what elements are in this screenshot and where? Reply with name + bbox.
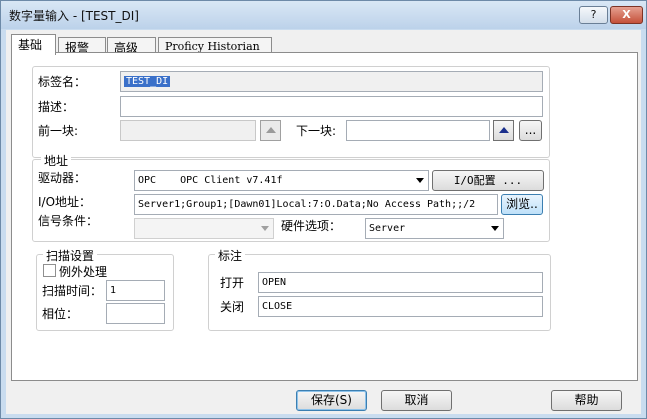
driver-label: 驱动器： <box>38 171 87 185</box>
next-block-field[interactable] <box>346 120 490 141</box>
driver-value: OPC OPC Client v7.41f <box>138 175 283 186</box>
exception-label: 例外处理 <box>59 265 108 279</box>
next-block-label: 下一块: <box>296 124 337 138</box>
phase-label: 相位： <box>42 307 79 321</box>
scan-time-label: 扫描时间： <box>42 284 103 298</box>
dialog-window: 数字量输入 - [TEST_DI] ? X 基础 报警 高级 Proficy H… <box>0 0 647 419</box>
scan-group-title: 扫描设置 <box>43 247 98 264</box>
hardware-options-dropdown[interactable]: Server <box>365 218 504 239</box>
help-title-button[interactable]: ? <box>579 6 608 24</box>
dialog-client: 基础 报警 高级 Proficy Historian 标签名： TEST_DI … <box>6 30 641 414</box>
driver-dropdown[interactable]: OPC OPC Client v7.41f <box>134 170 429 191</box>
prev-block-label: 前一块: <box>38 124 79 138</box>
tag-name-label: 标签名： <box>38 75 87 89</box>
description-label: 描述： <box>38 100 75 114</box>
close-field[interactable]: CLOSE <box>258 296 543 317</box>
save-button[interactable]: 保存(S) <box>296 390 367 411</box>
close-window-button[interactable]: X <box>610 6 643 24</box>
io-address-label: I/O地址： <box>38 195 92 209</box>
signal-condition-dropdown[interactable] <box>134 218 274 239</box>
tab-basic[interactable]: 基础 <box>11 34 56 55</box>
open-label: 打开 <box>220 276 245 290</box>
hardware-options-label: 硬件选项： <box>281 219 342 233</box>
cancel-button[interactable]: 取消 <box>381 390 452 411</box>
open-field[interactable]: OPEN <box>258 272 543 293</box>
prev-block-up-button[interactable] <box>260 120 281 141</box>
tag-name-value: TEST_DI <box>124 76 171 87</box>
next-block-up-button[interactable] <box>493 120 514 141</box>
io-address-field[interactable]: Server1;Group1;[Dawn01]Local:7:O.Data;No… <box>134 194 498 215</box>
window-title: 数字量输入 - [TEST_DI] <box>9 9 139 23</box>
title-bar[interactable]: 数字量输入 - [TEST_DI] ? X <box>1 1 646 29</box>
description-field[interactable] <box>120 96 543 117</box>
exception-checkbox[interactable] <box>43 264 56 277</box>
prev-block-field[interactable] <box>120 120 256 141</box>
up-arrow-icon <box>266 127 276 133</box>
phase-field[interactable] <box>106 303 165 324</box>
close-label: 关闭 <box>220 300 245 314</box>
labels-group-title: 标注 <box>215 247 246 264</box>
chevron-down-icon <box>261 226 269 231</box>
up-arrow-icon <box>499 127 509 133</box>
scan-time-field[interactable]: 1 <box>106 280 165 301</box>
browse-button[interactable]: 浏览.. <box>501 194 543 215</box>
tab-panel-basic: 标签名： TEST_DI 描述： 前一块: 下一块: ... 地址 驱动器： O… <box>11 52 638 381</box>
chevron-down-icon <box>416 178 424 183</box>
hardware-options-value: Server <box>369 223 406 234</box>
io-config-button[interactable]: I/O配置 ... <box>432 170 544 191</box>
help-button[interactable]: 帮助 <box>551 390 622 411</box>
browse-block-button[interactable]: ... <box>519 120 542 141</box>
chevron-down-icon <box>491 226 499 231</box>
address-group-title: 地址 <box>41 152 72 169</box>
signal-condition-label: 信号条件： <box>38 214 99 228</box>
tag-name-field[interactable]: TEST_DI <box>120 71 543 92</box>
